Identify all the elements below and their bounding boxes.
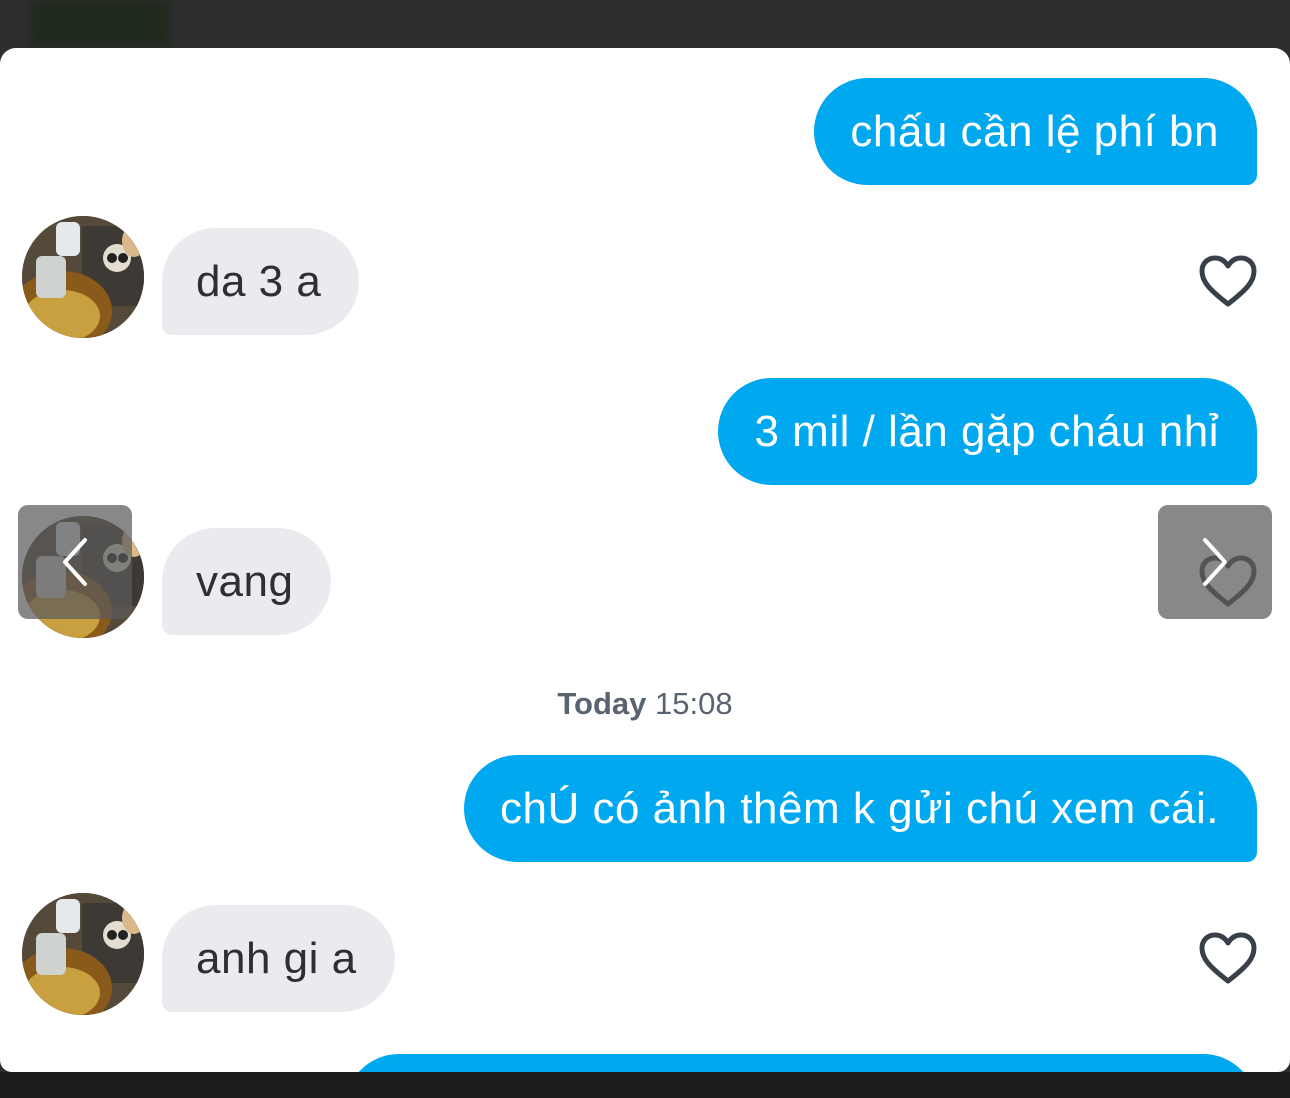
- background-blur: [30, 0, 170, 46]
- incoming-message-bubble: vang: [162, 528, 332, 635]
- outgoing-message-bubble: chÚ có ảnh thêm k gửi chú xem cái.: [464, 755, 1257, 862]
- chevron-left-icon: [63, 538, 87, 586]
- heart-outline-icon[interactable]: [1198, 931, 1258, 987]
- avatar: [22, 216, 144, 338]
- timestamp-day: Today: [557, 686, 647, 721]
- avatar: [22, 893, 144, 1015]
- next-image-button[interactable]: [1158, 505, 1272, 619]
- outgoing-message-bubble: chấu cần lệ phí bn: [814, 78, 1257, 185]
- background-bottom: [0, 1072, 1290, 1098]
- heart-outline-icon[interactable]: [1198, 254, 1258, 310]
- incoming-message-bubble: da 3 a: [162, 228, 360, 335]
- outgoing-message-bubble: 3 mil / lần gặp cháu nhỉ: [718, 378, 1257, 485]
- chevron-right-icon: [1203, 538, 1227, 586]
- outgoing-message-bubble-partial: [345, 1054, 1257, 1072]
- chat-screenshot-viewer: chấu cần lệ phí bn da 3 a 3 mil / lần gặ…: [0, 48, 1290, 1072]
- previous-image-button[interactable]: [18, 505, 132, 619]
- incoming-message-bubble: anh gi a: [162, 905, 395, 1012]
- message-timestamp: Today 15:08: [0, 686, 1290, 722]
- timestamp-time: 15:08: [655, 686, 733, 721]
